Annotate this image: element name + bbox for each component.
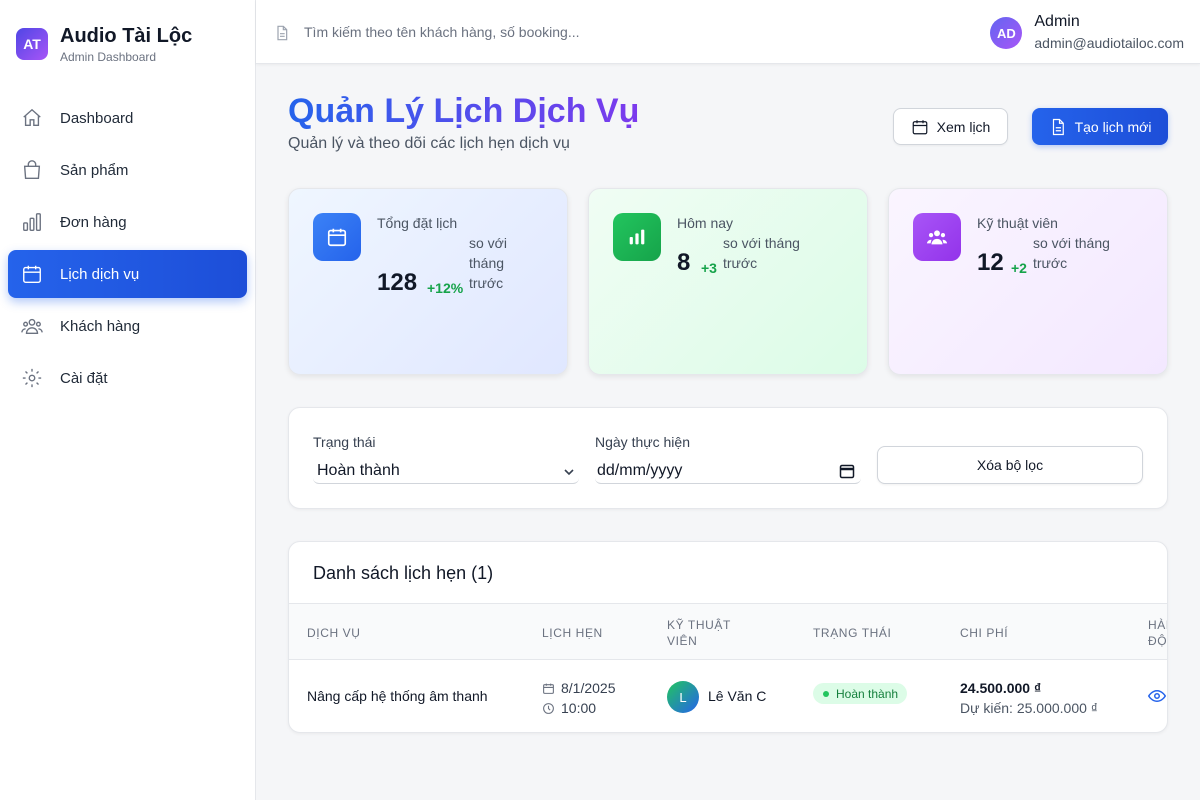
sidebar-item-settings[interactable]: Cài đặt bbox=[8, 354, 247, 402]
sidebar-item-label: Đơn hàng bbox=[60, 213, 127, 231]
gear-icon bbox=[20, 366, 44, 390]
calendar-icon bbox=[313, 213, 361, 261]
search-input[interactable] bbox=[304, 23, 824, 40]
stat-value: 128 bbox=[377, 269, 418, 296]
user-menu[interactable]: AD Admin admin@audiotailoc.com bbox=[990, 12, 1184, 54]
users-icon bbox=[20, 314, 44, 338]
stat-note: so với tháng trước bbox=[469, 235, 507, 291]
status-text: Hoàn thành bbox=[836, 686, 899, 701]
status-select-value: Hoàn thành bbox=[317, 461, 400, 479]
booking-date: 8/1/2025 bbox=[561, 680, 616, 696]
stat-change: +3 bbox=[701, 260, 717, 276]
stat-value: 8 bbox=[677, 249, 691, 276]
user-name: Admin bbox=[1034, 13, 1080, 30]
status-dot bbox=[823, 690, 829, 697]
sidebar-item-label: Sản phẩm bbox=[60, 161, 129, 179]
document-plus-icon bbox=[1049, 118, 1067, 136]
column-header: Lịch hẹn bbox=[542, 626, 603, 640]
filter-panel: Trạng thái Hoàn thành Ngày thực hiện dd/… bbox=[288, 407, 1168, 509]
column-header: Chi phí bbox=[960, 626, 1009, 640]
view-calendar-button[interactable]: Xem lịch bbox=[893, 108, 1008, 145]
sidebar-item-service-schedule[interactable]: Lịch dịch vụ bbox=[8, 250, 247, 298]
stat-change: +12% bbox=[427, 280, 464, 296]
schedule-cell: 8/1/2025 10:00 bbox=[542, 678, 616, 718]
actual-cost: 24.500.000 ₫ bbox=[960, 680, 1042, 696]
sidebar-item-label: Cài đặt bbox=[60, 369, 108, 387]
sidebar: AT Audio Tài Lộc Admin Dashboard Dashboa… bbox=[0, 0, 256, 800]
create-booking-label: Tạo lịch mới bbox=[1074, 118, 1152, 135]
stat-card-technicians: Kỹ thuật viên 12 +2 so với tháng trước bbox=[888, 188, 1168, 375]
document-icon bbox=[274, 24, 290, 40]
sidebar-item-label: Dashboard bbox=[60, 109, 134, 127]
booking-time: 10:00 bbox=[561, 700, 597, 716]
service-cell: Nâng cấp hệ thống âm thanh bbox=[307, 688, 488, 704]
estimated-cost: Dự kiến: 25.000.000 ₫ bbox=[960, 700, 1098, 716]
eye-icon[interactable] bbox=[1147, 687, 1167, 705]
calendar-icon bbox=[911, 118, 929, 136]
technician-name: Lê Văn C bbox=[708, 688, 767, 704]
avatar: L bbox=[667, 681, 699, 713]
date-filter-label: Ngày thực hiện bbox=[595, 434, 690, 450]
column-header: Dịch vụ bbox=[307, 626, 361, 640]
stat-value: 12 bbox=[977, 249, 1004, 276]
bookings-table-card: Danh sách lịch hẹn (1) Dịch vụ Lịch hẹn … bbox=[288, 541, 1168, 733]
table-row[interactable]: Nâng cấp hệ thống âm thanh 8/1/2025 10:0… bbox=[289, 660, 1167, 732]
date-input-placeholder: dd/mm/yyyy bbox=[597, 461, 683, 479]
date-input[interactable]: dd/mm/yyyy bbox=[595, 458, 861, 484]
status-badge: Hoàn thành bbox=[813, 683, 908, 704]
stat-note: so với tháng trước bbox=[1033, 235, 1110, 271]
table-header: Dịch vụ Lịch hẹn Kỹ thuật viên Trạng thá… bbox=[289, 603, 1168, 660]
view-calendar-label: Xem lịch bbox=[936, 118, 991, 135]
stat-card-total-bookings: Tổng đặt lịch 128 +12% so với tháng trướ… bbox=[288, 188, 568, 375]
sidebar-item-label: Khách hàng bbox=[60, 317, 141, 335]
topbar: AD Admin admin@audiotailoc.com bbox=[256, 0, 1200, 64]
column-header: Trạng thái bbox=[813, 626, 892, 640]
sidebar-item-products[interactable]: Sản phẩm bbox=[8, 146, 247, 194]
column-header: Kỹ thuật viên bbox=[667, 618, 731, 648]
shopping-bag-icon bbox=[20, 158, 44, 182]
calendar-icon bbox=[542, 682, 555, 695]
brand-logo: AT bbox=[16, 28, 48, 60]
stat-label: Tổng đặt lịch bbox=[377, 215, 458, 231]
clear-filters-button[interactable]: Xóa bộ lọc bbox=[877, 446, 1143, 484]
brand-title: Audio Tài Lộc bbox=[60, 24, 193, 47]
brand-subtitle: Admin Dashboard bbox=[60, 49, 157, 64]
page-subtitle: Quản lý và theo dõi các lịch hẹn dịch vụ bbox=[288, 135, 570, 152]
stat-note: so với tháng trước bbox=[723, 235, 800, 271]
sidebar-nav: Dashboard Sản phẩm Đơn hàng Lịch dịch vụ… bbox=[8, 94, 247, 406]
bar-chart-icon bbox=[20, 210, 44, 234]
sidebar-item-orders[interactable]: Đơn hàng bbox=[8, 198, 247, 246]
avatar: AD bbox=[990, 17, 1023, 49]
stat-label: Hôm nay bbox=[677, 215, 734, 231]
sidebar-item-dashboard[interactable]: Dashboard bbox=[8, 94, 247, 142]
table-title: Danh sách lịch hẹn (1) bbox=[313, 563, 494, 583]
sidebar-item-label: Lịch dịch vụ bbox=[60, 265, 140, 283]
page-title: Quản Lý Lịch Dịch Vụ bbox=[288, 92, 640, 130]
search-bar bbox=[274, 23, 874, 40]
stat-card-today: Hôm nay 8 +3 so với tháng trước bbox=[588, 188, 868, 375]
stat-label: Kỹ thuật viên bbox=[977, 215, 1058, 231]
cost-cell: 24.500.000 ₫ Dự kiến: 25.000.000 ₫ bbox=[960, 678, 1098, 718]
calendar-icon[interactable] bbox=[839, 463, 855, 479]
sidebar-item-customers[interactable]: Khách hàng bbox=[8, 302, 247, 350]
stats-row: Tổng đặt lịch 128 +12% so với tháng trướ… bbox=[288, 188, 1168, 375]
status-filter-label: Trạng thái bbox=[313, 434, 376, 450]
brand: AT Audio Tài Lộc Admin Dashboard bbox=[0, 0, 255, 64]
stat-change: +2 bbox=[1011, 260, 1027, 276]
home-icon bbox=[20, 106, 44, 130]
bar-chart-icon bbox=[613, 213, 661, 261]
column-header: Hành động bbox=[1148, 618, 1168, 648]
calendar-icon bbox=[20, 262, 44, 286]
users-icon bbox=[913, 213, 961, 261]
status-select[interactable]: Hoàn thành bbox=[313, 458, 579, 484]
chevron-down-icon bbox=[563, 465, 575, 477]
user-email: admin@audiotailoc.com bbox=[1034, 35, 1184, 51]
clock-icon bbox=[542, 702, 555, 715]
create-booking-button[interactable]: Tạo lịch mới bbox=[1032, 108, 1168, 145]
